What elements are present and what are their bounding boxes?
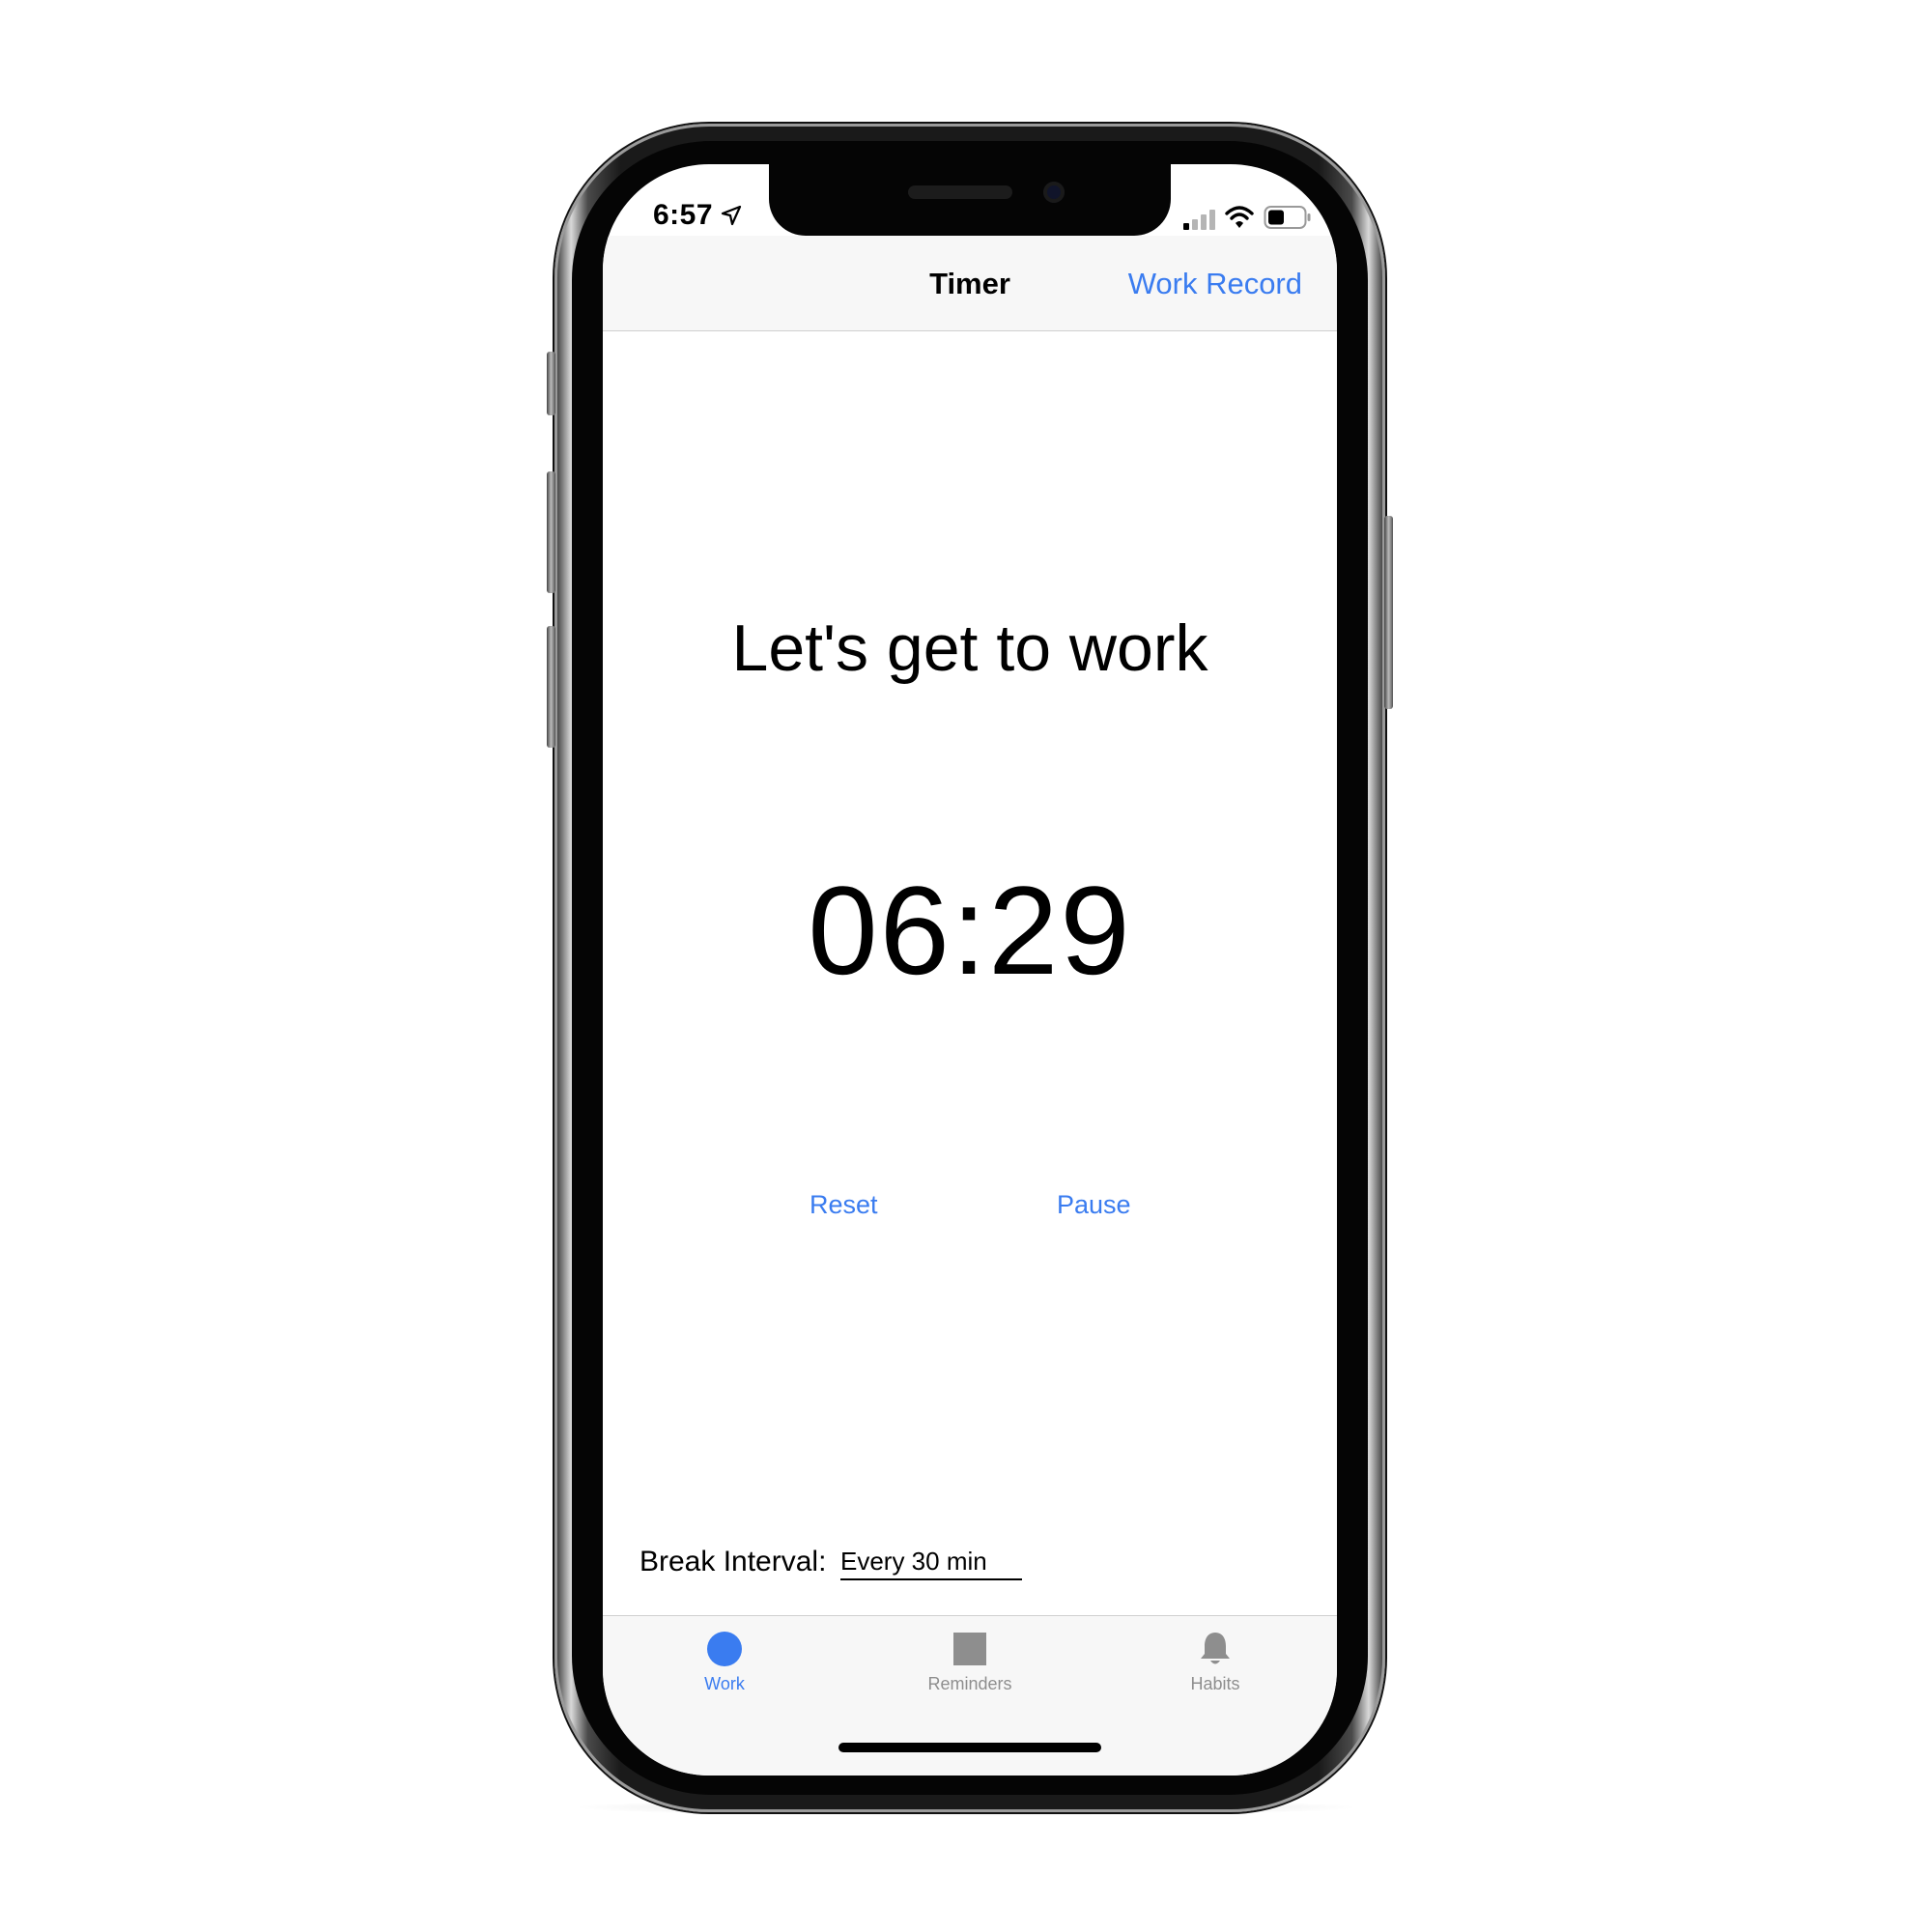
cellular-signal-icon <box>1183 210 1215 230</box>
status-time: 6:57 <box>653 199 714 231</box>
tab-label-reminders: Reminders <box>927 1674 1012 1693</box>
volume-down-button <box>547 626 555 748</box>
break-interval-field[interactable] <box>840 1544 1022 1580</box>
tab-reminders[interactable]: Reminders <box>873 1630 1066 1707</box>
notch <box>769 164 1171 236</box>
phone-screen: 6:57 Timer Work Record Let's get to work… <box>603 164 1337 1776</box>
stage: 6:57 Timer Work Record Let's get to work… <box>0 0 1932 1932</box>
square-icon <box>953 1633 986 1665</box>
battery-icon <box>1264 206 1311 229</box>
work-record-button[interactable]: Work Record <box>1128 267 1302 301</box>
tab-label-work: Work <box>704 1674 745 1693</box>
pause-button[interactable]: Pause <box>1057 1190 1131 1220</box>
wifi-icon <box>1225 206 1254 228</box>
headline: Let's get to work <box>731 611 1208 685</box>
bell-icon <box>1201 1633 1230 1664</box>
volume-up-button <box>547 471 555 593</box>
silent-switch <box>547 352 555 415</box>
reset-button[interactable]: Reset <box>810 1190 878 1220</box>
power-button <box>1384 516 1393 709</box>
home-indicator[interactable] <box>838 1743 1101 1752</box>
circle-icon <box>707 1632 742 1666</box>
tab-label-habits: Habits <box>1190 1674 1240 1693</box>
navigation-bar: Timer Work Record <box>603 236 1337 331</box>
speaker-grille <box>908 185 1012 199</box>
location-arrow-icon <box>721 205 742 226</box>
front-camera <box>1043 182 1065 203</box>
tab-work[interactable]: Work <box>628 1630 821 1707</box>
tab-habits[interactable]: Habits <box>1119 1630 1312 1707</box>
timer-display: 06:29 <box>808 860 1132 1001</box>
break-interval-label: Break Interval: <box>639 1546 827 1577</box>
